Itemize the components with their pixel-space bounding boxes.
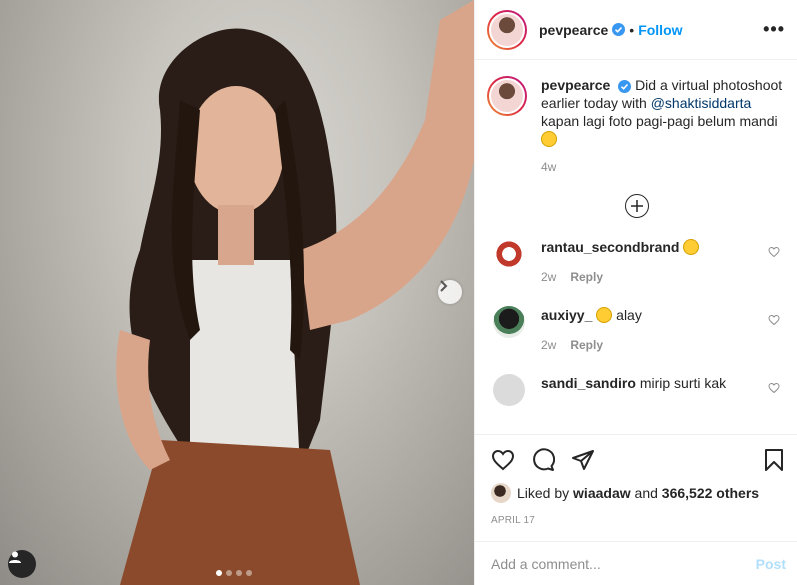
carousel-dot xyxy=(216,570,222,576)
caption-time[interactable]: 4w xyxy=(541,158,786,176)
verified-badge-icon xyxy=(618,79,632,93)
post-header: pevpearce • Follow ••• xyxy=(475,0,797,60)
save-bookmark-icon[interactable] xyxy=(762,448,786,472)
caption-text-2: kapan lagi foto pagi-pagi belum mandi xyxy=(541,113,778,129)
comment-time[interactable]: 2w xyxy=(541,336,556,354)
plus-circle-icon[interactable] xyxy=(624,194,649,218)
commenter-avatar[interactable] xyxy=(493,306,525,338)
likes-summary: Liked by wiaadaw and 366,522 others xyxy=(491,483,786,503)
comment-text: mirip surti kak xyxy=(639,375,727,391)
user-icon xyxy=(9,551,21,563)
smiley-emoji-icon xyxy=(683,239,700,255)
likes-prefix: Liked by xyxy=(517,485,570,501)
liker-username[interactable]: wiaadaw xyxy=(573,485,631,501)
more-options-icon[interactable]: ••• xyxy=(763,19,785,40)
comment-time[interactable]: 2w xyxy=(541,268,556,286)
photo-illustration xyxy=(116,0,474,585)
post-comment-button[interactable]: Post xyxy=(756,556,786,572)
chevron-right-icon xyxy=(440,280,448,292)
reply-button[interactable]: Reply xyxy=(570,268,603,286)
commenter-username[interactable]: auxiyy_ xyxy=(541,307,592,323)
likes-others-count[interactable]: 366,522 others xyxy=(662,485,759,501)
carousel-indicator xyxy=(216,570,252,576)
carousel-dot xyxy=(236,570,242,576)
caption: pevpearce Did a virtual photoshoot earli… xyxy=(487,76,786,176)
commenter-avatar[interactable] xyxy=(493,238,525,270)
carousel-dot xyxy=(226,570,232,576)
follow-button[interactable]: Follow xyxy=(638,22,682,38)
commenter-username[interactable]: rantau_secondbrand xyxy=(541,239,679,255)
caption-text-block: pevpearce Did a virtual photoshoot earli… xyxy=(541,76,786,176)
comment-item: sandi_sandiro mirip surti kak xyxy=(487,374,786,406)
tagged-users-button[interactable] xyxy=(8,550,36,578)
like-heart-icon[interactable] xyxy=(491,448,515,472)
load-more-comments[interactable] xyxy=(487,194,786,218)
caption-username[interactable]: pevpearce xyxy=(541,77,610,93)
liker-avatar[interactable] xyxy=(491,483,511,503)
post-actions: Liked by wiaadaw and 366,522 others APRI… xyxy=(475,434,797,526)
post-photo[interactable] xyxy=(0,0,474,585)
likes-conjunction: and xyxy=(634,485,658,501)
like-comment-heart-icon[interactable] xyxy=(768,314,780,326)
grinning-sweat-emoji-icon xyxy=(596,307,613,323)
comment-item: rantau_secondbrand 2w Reply xyxy=(487,238,786,286)
comment-bubble-icon[interactable] xyxy=(531,448,555,472)
caption-mention-link[interactable]: @shaktisiddarta xyxy=(651,95,752,111)
share-paper-plane-icon[interactable] xyxy=(571,448,595,472)
next-photo-button[interactable] xyxy=(438,280,462,304)
comments-list[interactable]: pevpearce Did a virtual photoshoot earli… xyxy=(475,60,797,434)
like-comment-heart-icon[interactable] xyxy=(768,382,780,394)
like-comment-heart-icon[interactable] xyxy=(768,246,780,258)
post-date[interactable]: APRIL 17 xyxy=(491,515,786,526)
commenter-avatar[interactable] xyxy=(493,374,525,406)
add-comment-input[interactable] xyxy=(491,555,756,572)
add-comment-bar: Post xyxy=(475,541,797,585)
comment-text: alay xyxy=(616,307,642,323)
verified-badge-icon xyxy=(612,23,626,36)
reply-button[interactable]: Reply xyxy=(570,336,603,354)
commenter-username[interactable]: sandi_sandiro xyxy=(541,375,636,391)
separator: • xyxy=(629,21,635,38)
comment-item: auxiyy_ alay 2w Reply xyxy=(487,306,786,354)
carousel-dot xyxy=(246,570,252,576)
author-avatar[interactable] xyxy=(487,9,527,50)
author-username[interactable]: pevpearce xyxy=(539,22,608,38)
post-side-panel: pevpearce • Follow ••• pevpearce Did a v… xyxy=(474,0,797,585)
crazy-face-emoji-icon xyxy=(541,131,557,147)
caption-avatar[interactable] xyxy=(487,76,527,116)
